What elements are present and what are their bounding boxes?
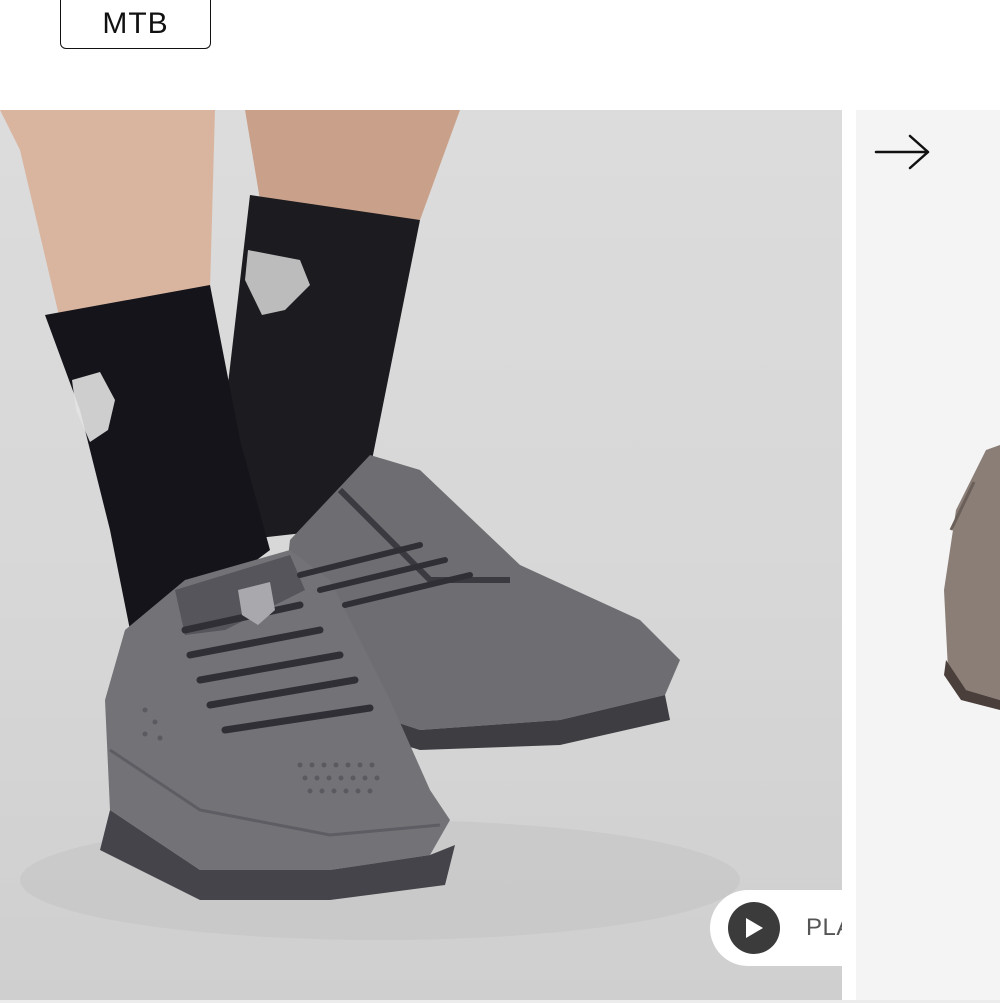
play-icon: [728, 902, 780, 954]
filter-chip-mtb[interactable]: MTB: [60, 0, 211, 49]
page: MTB PL: [0, 0, 1000, 1003]
carousel-next-button[interactable]: [870, 130, 936, 174]
product-shoe-image: [944, 445, 1000, 710]
play-button[interactable]: PLAY: [710, 890, 842, 966]
product-video-thumbnail: [0, 110, 740, 940]
product-carousel: PLAY: [0, 110, 1000, 1000]
play-button-label: PLAY: [806, 914, 842, 941]
carousel-slide-video[interactable]: PLAY: [0, 110, 842, 1000]
carousel-slide-next[interactable]: [856, 110, 1000, 1000]
filter-chip-label: MTB: [102, 7, 169, 40]
carousel-gap: [842, 110, 856, 1000]
arrow-right-icon: [874, 134, 930, 170]
